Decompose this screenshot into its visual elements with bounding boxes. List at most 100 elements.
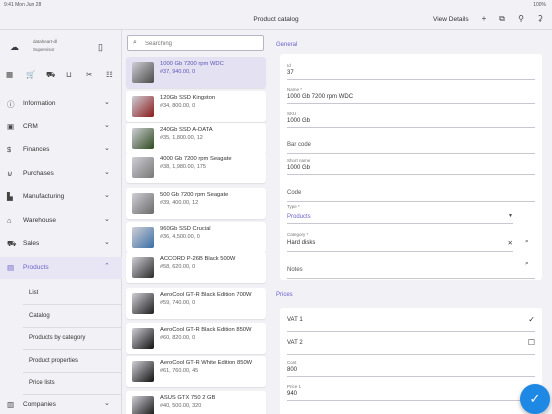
search-input[interactable]	[145, 38, 255, 49]
nav-crm[interactable]: ▣ CRM ⌄	[0, 116, 122, 138]
vat2-row[interactable]: VAT 2 ☐	[287, 333, 535, 355]
phone-icon[interactable]: ▯	[98, 42, 103, 53]
product-meta: #37, 940.00, 0	[160, 68, 196, 75]
product-meta: #34, 800.00, 0	[160, 102, 196, 109]
product-list-item[interactable]: AeroCool GT-R Black Edition 700W #59, 740…	[126, 288, 266, 319]
subnav-list[interactable]: List	[23, 283, 121, 305]
field-placeholder: Bar code	[287, 142, 312, 148]
field-value: 800	[287, 367, 298, 373]
chevron-down-icon: ⌄	[104, 216, 110, 223]
product-meta: #59, 740.00, 0	[160, 299, 196, 306]
code-field[interactable]: Code	[287, 185, 535, 202]
vat-label: VAT 2	[287, 340, 303, 346]
filter-off-icon[interactable]: ⚳	[535, 14, 545, 24]
subnav-catalog[interactable]: Catalog	[23, 306, 121, 328]
product-list-item[interactable]: ACCORD P-26B Black 500W #58, 620.00, 0	[126, 252, 266, 283]
search-box[interactable]: ⌕	[127, 35, 264, 51]
subnav-product-properties[interactable]: Product properties	[23, 351, 121, 373]
product-list-item[interactable]: 500 Gb 7200 rpm Seagate #39, 400.00, 12	[126, 188, 266, 219]
checkbox-icon[interactable]: ☐	[528, 338, 535, 347]
short-name-field[interactable]: Short name 1000 Gb	[287, 158, 535, 175]
field-value: 1000 Gb 7200 rpm WDC	[287, 94, 354, 100]
truck-icon[interactable]: ⛟	[46, 70, 55, 80]
section-general-label: General	[276, 42, 298, 48]
product-meta: #58, 620.00, 0	[160, 263, 196, 270]
field-label: Price 1	[287, 384, 302, 389]
account-panel[interactable]: ☁ dataheart-dl Supervisor ▯	[0, 30, 122, 64]
add-icon[interactable]: +	[479, 14, 489, 24]
nav-label: Finances	[23, 146, 50, 153]
battery-indicator: 100%	[533, 2, 546, 8]
subnav-label: Products by category	[29, 335, 86, 341]
info-icon: ⓘ	[7, 100, 15, 109]
nav-manufacturing[interactable]: ▙ Manufacturing ⌄	[0, 186, 122, 208]
product-list-item[interactable]: 1000 Gb 7200 rpm WDC #37, 940.00, 0	[126, 57, 266, 88]
field-label: Cost	[287, 360, 297, 365]
field-label: SKU	[287, 111, 297, 116]
field-label: Short name	[287, 158, 311, 163]
save-fab-button[interactable]: ✓	[520, 384, 550, 414]
vat1-row[interactable]: VAT 1 ✓	[287, 310, 535, 332]
product-thumbnail	[132, 361, 154, 382]
product-meta: #60, 820.00, 0	[160, 334, 196, 341]
price1-field[interactable]: Price 1 940	[287, 384, 535, 401]
section-prices-label: Prices	[276, 292, 293, 298]
product-list-item[interactable]: 120Gb SSD Kingston #34, 800.00, 0	[126, 91, 266, 122]
barcode-field[interactable]: Bar code	[287, 137, 535, 154]
subnav-price-lists[interactable]: Price lists	[23, 373, 121, 395]
subnav-label: Catalog	[29, 313, 50, 319]
product-name: ACCORD P-26B Black 500W	[160, 256, 236, 262]
chevron-down-icon: ⌄	[104, 239, 110, 246]
copy-icon[interactable]: ⧉	[497, 14, 507, 24]
product-list-item[interactable]: ASUS GTX 750 2 GB #40, 500.00, 320	[126, 391, 266, 414]
subnav-products-by-category[interactable]: Products by category	[23, 328, 121, 350]
dropdown-arrow-icon: ▼	[508, 213, 513, 219]
basket-icon[interactable]: ⊔	[66, 70, 72, 79]
category-field[interactable]: Category * Hard disks ✕	[287, 232, 513, 252]
sku-field[interactable]: SKU 1000 Gb	[287, 111, 535, 128]
tools-icon[interactable]: ✂	[86, 70, 92, 79]
product-thumbnail	[132, 293, 154, 314]
nav-companies[interactable]: ▥ Companies ⌄	[0, 394, 122, 414]
nav-label: Manufacturing	[23, 193, 65, 200]
type-select[interactable]: Type * Products ▼	[287, 204, 513, 224]
nav-products[interactable]: ▤ Products ⌃	[0, 257, 122, 279]
product-list-item[interactable]: 4000 Gb 7200 rpm Seagate #38, 1,980.00, 1…	[126, 152, 266, 183]
field-label: Id	[287, 63, 291, 68]
chevron-down-icon: ⌄	[104, 169, 110, 176]
product-list-item[interactable]: 960Gb SSD Crucial #36, 4,500.00, 0	[126, 222, 266, 253]
search-icon[interactable]: ⌕	[525, 238, 529, 246]
cost-field[interactable]: Cost 800	[287, 360, 535, 377]
notes-field[interactable]: Notes	[287, 262, 535, 279]
chevron-down-icon: ⌄	[104, 192, 110, 199]
cart-icon[interactable]: 🛒	[26, 70, 35, 79]
nav-sales[interactable]: ⛟ Sales ⌄	[0, 233, 122, 255]
product-meta: #35, 1,800.00, 12	[160, 134, 203, 141]
product-thumbnail	[132, 96, 154, 117]
people-icon[interactable]: ☷	[106, 70, 113, 79]
nav-information[interactable]: ⓘ Information ⌄	[0, 93, 122, 115]
filter-icon[interactable]: ⚲	[516, 14, 526, 24]
product-meta: #40, 500.00, 320	[160, 402, 202, 409]
product-list-item[interactable]: 240Gb SSD A-DATA #35, 1,800.00, 12	[126, 123, 266, 154]
product-list-item[interactable]: AeroCool GT-R Black Edition 850W #60, 820…	[126, 323, 266, 354]
subnav-label: List	[29, 290, 39, 296]
nav-finances[interactable]: $ Finances ⌄	[0, 139, 122, 161]
general-card: Id 37 Name * 1000 Gb 7200 rpm WDC SKU 10…	[280, 54, 542, 280]
vat-label: VAT 1	[287, 317, 303, 323]
nav-purchases[interactable]: ⊍ Purchases ⌄	[0, 163, 122, 185]
product-meta: #36, 4,500.00, 0	[160, 233, 200, 240]
product-name: 4000 Gb 7200 rpm Seagate	[160, 156, 232, 162]
building-icon: ▥	[7, 400, 15, 409]
nav-warehouse[interactable]: ⌂ Warehouse ⌄	[0, 210, 122, 232]
nav-label: Purchases	[23, 170, 54, 177]
product-detail-panel: General Id 37 Name * 1000 Gb 7200 rpm WD…	[270, 30, 552, 414]
clear-icon[interactable]: ✕	[508, 239, 513, 247]
name-field[interactable]: Name * 1000 Gb 7200 rpm WDC	[287, 87, 535, 104]
calculator-icon[interactable]: ▦	[6, 70, 13, 79]
product-list-item[interactable]: AeroCool GT-R White Edition 850W #61, 760…	[126, 356, 266, 387]
view-details-button[interactable]: View Details	[433, 16, 469, 23]
product-name: ASUS GTX 750 2 GB	[160, 395, 216, 401]
status-bar: 9:41 Mon Jun 28 100%	[0, 0, 552, 9]
check-icon[interactable]: ✓	[528, 315, 535, 324]
